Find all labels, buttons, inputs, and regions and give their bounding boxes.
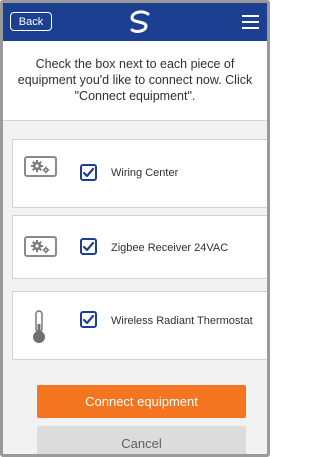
gears-icon: [24, 156, 57, 177]
connect-equipment-button[interactable]: Connect equipment: [37, 385, 246, 418]
instruction-text: Check the box next to each piece of equi…: [3, 41, 267, 121]
app-frame: Back Check the box next to each piece of…: [0, 0, 270, 457]
equipment-card-thermostat[interactable]: Wireless Radiant Thermostat: [12, 291, 267, 360]
equipment-card-wiring-center[interactable]: Wiring Center: [12, 139, 267, 208]
gears-icon: [24, 236, 57, 257]
top-bar: Back: [3, 3, 267, 41]
brand-swirl-icon: [130, 10, 150, 33]
zigbee-receiver-checkbox[interactable]: [80, 238, 97, 255]
hamburger-menu-icon[interactable]: [242, 15, 259, 29]
wiring-center-checkbox[interactable]: [80, 164, 97, 181]
thermometer-icon: [33, 310, 45, 343]
cancel-button[interactable]: Cancel: [37, 426, 246, 454]
thermostat-checkbox[interactable]: [80, 311, 97, 328]
equipment-label: Wiring Center: [111, 167, 179, 179]
back-button[interactable]: Back: [10, 12, 52, 31]
equipment-label: Zigbee Receiver 24VAC: [111, 242, 229, 254]
equipment-label: Wireless Radiant Thermostat: [111, 315, 253, 327]
equipment-card-zigbee-receiver[interactable]: Zigbee Receiver 24VAC: [12, 215, 267, 279]
